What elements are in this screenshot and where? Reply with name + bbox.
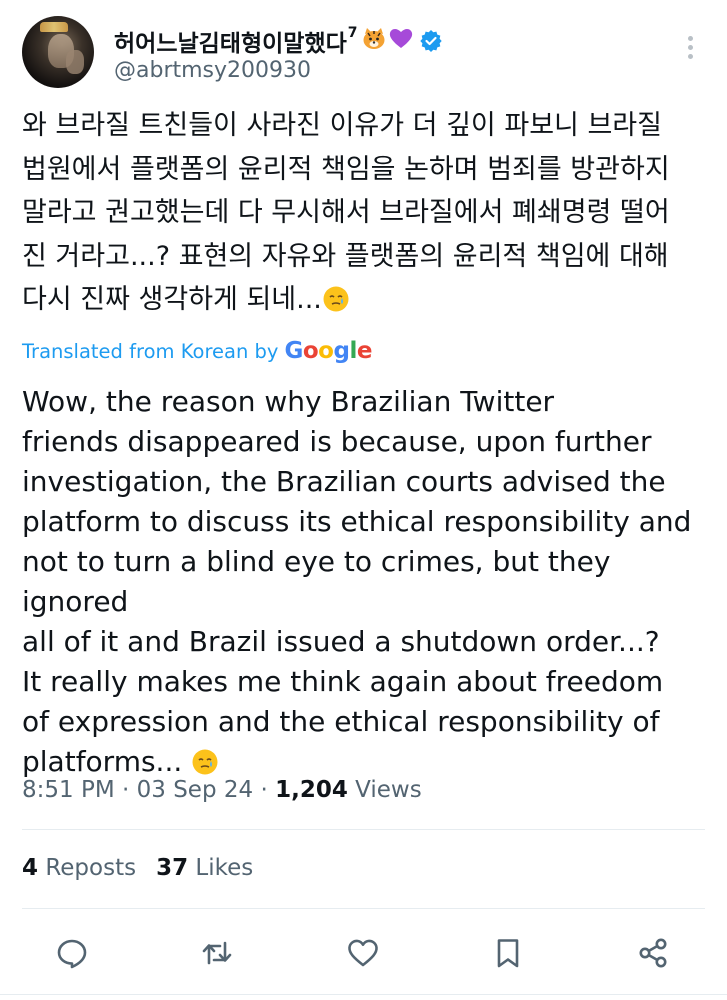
tweet-header: 허어느날김태형이말했다 7 @abrtmsy200930 xyxy=(0,0,727,100)
bottom-divider xyxy=(0,994,727,995)
reposts-stat[interactable]: 4 Reposts xyxy=(22,855,136,881)
tweet-text-english: Wow, the reason why Brazilian Twitter fr… xyxy=(22,385,692,778)
reply-button[interactable] xyxy=(47,928,97,978)
purple-heart-emoji xyxy=(388,26,414,56)
likes-count: 37 xyxy=(156,855,189,881)
divider xyxy=(22,829,705,830)
verified-badge-icon xyxy=(419,30,442,52)
likes-label: Likes xyxy=(188,855,254,881)
repost-icon xyxy=(202,941,232,965)
tweet-text-original: 와 브라질 트친들이 사라진 이유가 더 깊이 파보니 브라질 법원에서 플랫폼… xyxy=(22,104,712,322)
views-label: Views xyxy=(347,777,422,803)
reply-icon xyxy=(57,939,87,969)
action-bar xyxy=(0,928,727,978)
like-icon xyxy=(348,939,378,967)
meta-separator: · xyxy=(253,777,276,803)
likes-stat[interactable]: 37 Likes xyxy=(156,855,253,881)
author-handle[interactable]: @abrtmsy200930 xyxy=(114,58,311,83)
avatar-crown-detail xyxy=(40,22,68,32)
tweet-meta: 8:51 PM · 03 Sep 24 · 1,204 Views xyxy=(22,777,422,803)
reposts-count: 4 xyxy=(22,855,39,881)
bookmark-button[interactable] xyxy=(483,928,533,978)
display-name-superscript: 7 xyxy=(347,25,358,41)
more-options-icon[interactable] xyxy=(678,32,702,64)
like-button[interactable] xyxy=(338,928,388,978)
share-button[interactable] xyxy=(628,928,678,978)
tweet-date[interactable]: 03 Sep 24 xyxy=(137,777,254,803)
meta-separator: · xyxy=(114,777,137,803)
translated-from-label: Translated from Korean by xyxy=(22,339,279,363)
google-logo: Google xyxy=(284,338,372,364)
display-name-text: 허어느날김태형이말했다 xyxy=(114,31,347,57)
avatar-hand-detail xyxy=(66,50,84,74)
translation-attribution[interactable]: Translated from Korean by Google xyxy=(22,338,372,364)
share-icon xyxy=(639,938,667,968)
author-display-name[interactable]: 허어느날김태형이말했다 7 xyxy=(114,24,442,58)
avatar[interactable] xyxy=(22,16,94,88)
views-count: 1,204 xyxy=(275,777,348,803)
tiger-face-emoji xyxy=(362,27,386,55)
tweet-stats: 4 Reposts 37 Likes xyxy=(22,855,253,881)
reposts-label: Reposts xyxy=(38,855,137,881)
tweet-text-translated: Wow, the reason why Brazilian Twitter fr… xyxy=(22,382,722,782)
divider xyxy=(22,908,705,909)
crying-face-emoji xyxy=(323,286,349,312)
repost-button[interactable] xyxy=(192,928,242,978)
crying-face-emoji xyxy=(192,749,218,775)
bookmark-icon xyxy=(497,939,519,968)
tweet-time[interactable]: 8:51 PM xyxy=(22,777,115,803)
